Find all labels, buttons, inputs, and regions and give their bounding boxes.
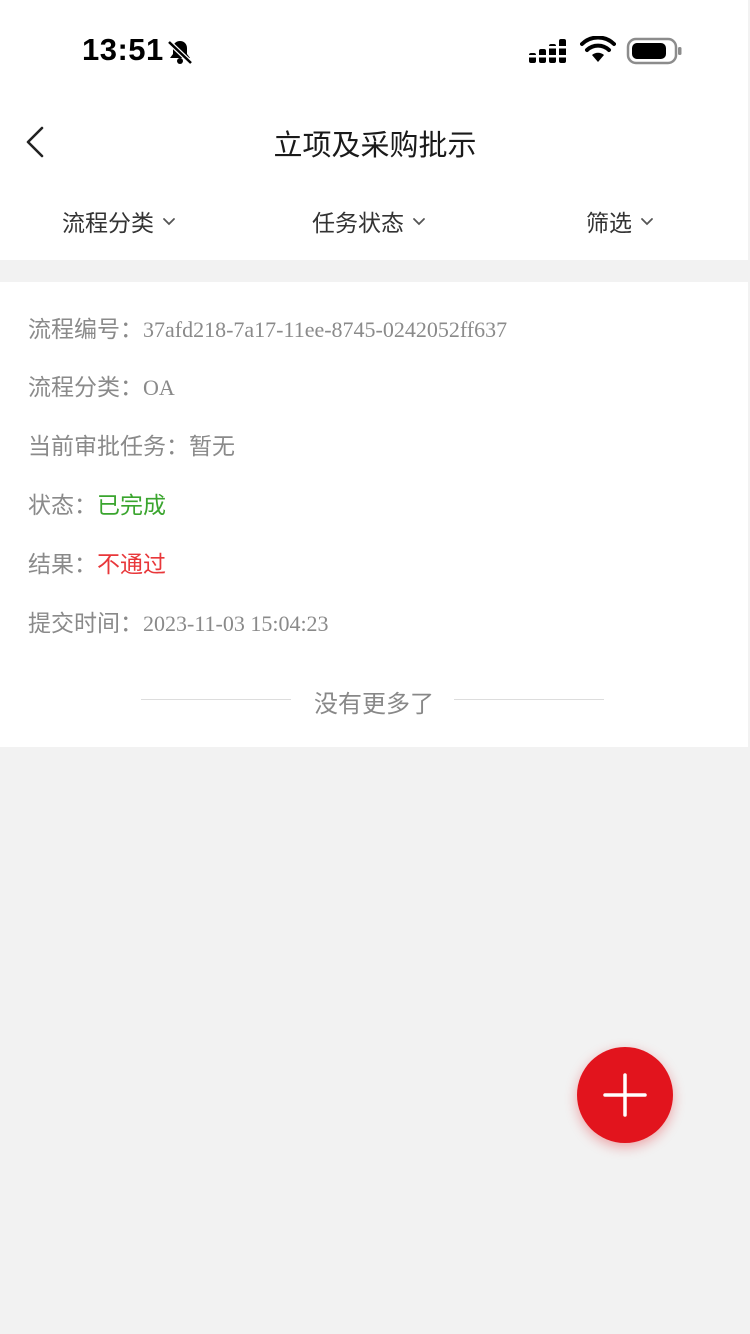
category-label: 流程分类： [28, 375, 143, 401]
plus-icon [603, 1073, 647, 1117]
current-task-label: 当前审批任务： [28, 434, 189, 460]
process-id-label: 流程编号： [28, 317, 143, 343]
result-value: 不通过 [97, 552, 166, 578]
chevron-down-icon [163, 218, 175, 226]
list-end-text: 没有更多了 [314, 690, 434, 718]
submit-time-row: 提交时间：2023-11-03 15:04:23 [28, 604, 329, 638]
filter-process-category[interactable]: 流程分类 [62, 204, 176, 238]
list-end-indicator: 没有更多了 [0, 684, 748, 718]
result-label: 结果： [28, 552, 97, 578]
result-row: 结果：不通过 [28, 545, 166, 579]
filter-label: 筛选 [586, 211, 632, 237]
battery-icon [626, 37, 684, 69]
signal-icon [528, 38, 570, 68]
chevron-down-icon [641, 218, 653, 226]
process-id-row: 流程编号：37afd218-7a17-11ee-8745-0242052ff63… [28, 310, 507, 344]
nav-bar: 立项及采购批示 [0, 100, 750, 184]
status-label: 状态： [28, 493, 97, 519]
current-task-value: 暂无 [189, 434, 235, 460]
current-task-row: 当前审批任务：暂无 [28, 427, 235, 461]
submit-time-value: 2023-11-03 15:04:23 [143, 611, 329, 636]
filter-label: 流程分类 [62, 211, 154, 237]
status-bar: 13:51 [0, 0, 750, 100]
category-value: OA [143, 375, 175, 400]
add-button[interactable] [577, 1047, 673, 1143]
divider [454, 699, 604, 700]
filter-task-status[interactable]: 任务状态 [312, 204, 426, 238]
wifi-icon [580, 35, 616, 68]
submit-time-label: 提交时间： [28, 611, 143, 637]
page-title: 立项及采购批示 [273, 128, 477, 162]
status-row: 状态：已完成 [28, 486, 166, 520]
status-badge: 已完成 [97, 493, 166, 519]
status-time: 13:51 [82, 32, 164, 67]
process-record-card[interactable]: 流程编号：37afd218-7a17-11ee-8745-0242052ff63… [0, 282, 748, 747]
process-id-value: 37afd218-7a17-11ee-8745-0242052ff637 [143, 317, 508, 342]
bell-slash-icon [166, 38, 194, 70]
filter-screen[interactable]: 筛选 [586, 204, 654, 238]
filter-label: 任务状态 [312, 211, 404, 237]
filter-bar: 流程分类 任务状态 筛选 [0, 184, 748, 260]
category-row: 流程分类：OA [28, 368, 175, 402]
chevron-down-icon [413, 218, 425, 226]
